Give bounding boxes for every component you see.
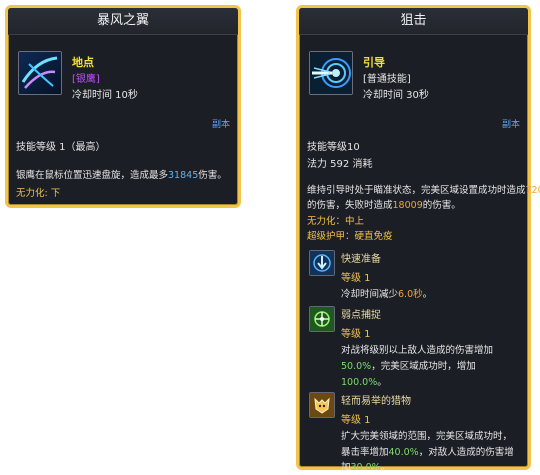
skill-card-storm-wing: 暴风之翼 地点 [银鹰] 冷却时间 10秒 副本 技能等级 1（最高） 银鹰在鼠…: [5, 5, 241, 208]
weak-point-icon: [309, 306, 335, 332]
tripod-name: 轻而易举的猎物: [341, 396, 411, 407]
tripod-effect-3: 加30.0%。: [341, 462, 391, 473]
success-damage: 72047: [525, 185, 540, 196]
tripod-effect-2: 50.0%，完美区域成功时，增加: [341, 361, 476, 372]
basic-link[interactable]: 副本: [502, 117, 520, 130]
card-title: 暴风之翼: [8, 8, 238, 35]
tripod-effect-1: 扩大完美领域的范围，完美区域成功时，: [341, 431, 513, 442]
skill-level: 技能等级10: [307, 142, 360, 153]
cooldown: 冷却时间 30秒: [363, 90, 429, 101]
easy-prey-icon: [309, 392, 335, 418]
tripod-name: 弱点捕捉: [341, 310, 381, 321]
skill-description-2: 的伤害，失败时造成18009的伤害。: [307, 200, 461, 211]
basic-link[interactable]: 副本: [212, 117, 230, 130]
tripod-name: 快速准备: [341, 254, 381, 265]
tripod-level: 等级 1: [341, 415, 371, 426]
skill-description: 银鹰在鼠标位置迅速盘旋，造成最多31845伤害。: [16, 170, 227, 181]
quick-prep-icon: [309, 250, 335, 276]
skill-description-1: 维持引导时处于瞄准状态，完美区域设置成功时造成72047: [307, 182, 540, 196]
mana-cost: 法力 592 消耗: [307, 159, 373, 170]
cooldown: 冷却时间 10秒: [72, 90, 138, 101]
tripod-effect: 冷却时间减少6.0秒。: [341, 289, 433, 300]
damage-value: 31845: [168, 170, 199, 181]
skill-name: 引导: [363, 56, 385, 69]
skill-tag: [银鹰]: [72, 74, 100, 85]
stagger-line: 无力化：中上: [307, 216, 365, 227]
tripod-level: 等级 1: [341, 329, 371, 340]
snipe-target-icon: [309, 51, 353, 95]
skill-card-snipe: 狙击 引导 [普通技能] 冷却时间 30秒 副本 技能等级10 法力 592 消…: [296, 5, 540, 473]
fail-damage: 18009: [392, 200, 423, 211]
super-armor-line: 超级护甲：硬直免疫: [307, 231, 393, 242]
tripod-effect-1: 对战将级别以上敌人造成的伤害增加: [341, 345, 494, 356]
stagger-label: 无力化:: [16, 188, 48, 199]
skill-tag: [普通技能]: [363, 74, 411, 85]
stagger-value: 下: [50, 188, 61, 199]
skill-level: 技能等级 1（最高）: [16, 142, 106, 153]
stagger-line: 无力化: 下: [16, 185, 60, 199]
wind-wing-icon: [18, 51, 62, 95]
tripod-effect-3: 100.0%。: [341, 377, 387, 388]
tripod-effect-2: 暴击率增加40.0%，对敌人造成的伤害增: [341, 447, 514, 458]
card-title: 狙击: [299, 8, 528, 35]
tripod-level: 等级 1: [341, 273, 371, 284]
skill-name: 地点: [72, 56, 94, 69]
